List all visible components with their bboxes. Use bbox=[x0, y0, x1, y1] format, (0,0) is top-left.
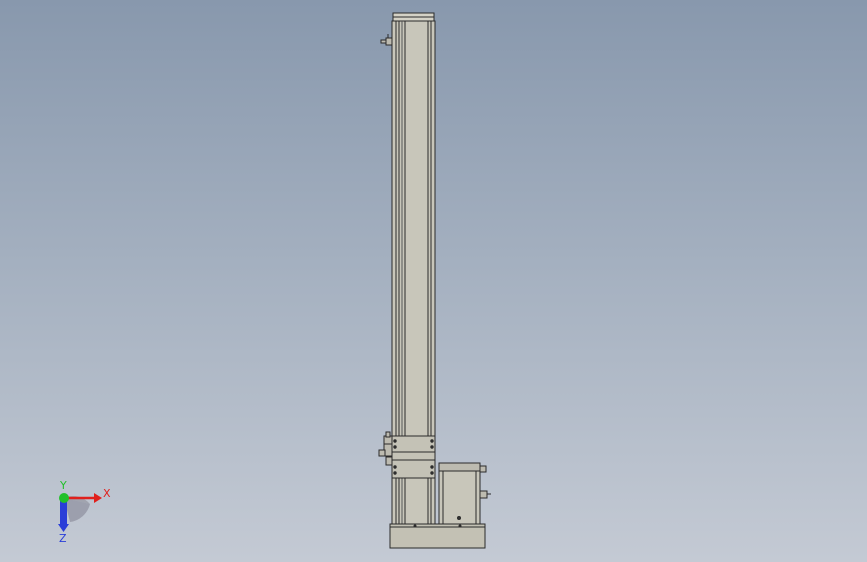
triad-graphic: X Y Z bbox=[58, 479, 111, 545]
x-axis-label: X bbox=[103, 487, 111, 500]
linear-actuator-model[interactable] bbox=[0, 0, 867, 562]
y-axis-origin bbox=[59, 493, 69, 503]
z-axis-arrow bbox=[58, 524, 69, 532]
z-axis-line bbox=[60, 500, 67, 524]
z-axis-label: Z bbox=[59, 532, 67, 545]
x-axis-arrow bbox=[94, 493, 102, 503]
motor-housing bbox=[438, 462, 481, 525]
coordinate-triad: X Y Z bbox=[40, 478, 120, 548]
base-plate bbox=[389, 523, 486, 549]
carriage-block bbox=[391, 435, 436, 479]
upper-sensor-bracket bbox=[385, 37, 393, 46]
y-axis-label: Y bbox=[59, 479, 67, 492]
graphics-viewport[interactable]: X Y Z bbox=[0, 0, 867, 562]
